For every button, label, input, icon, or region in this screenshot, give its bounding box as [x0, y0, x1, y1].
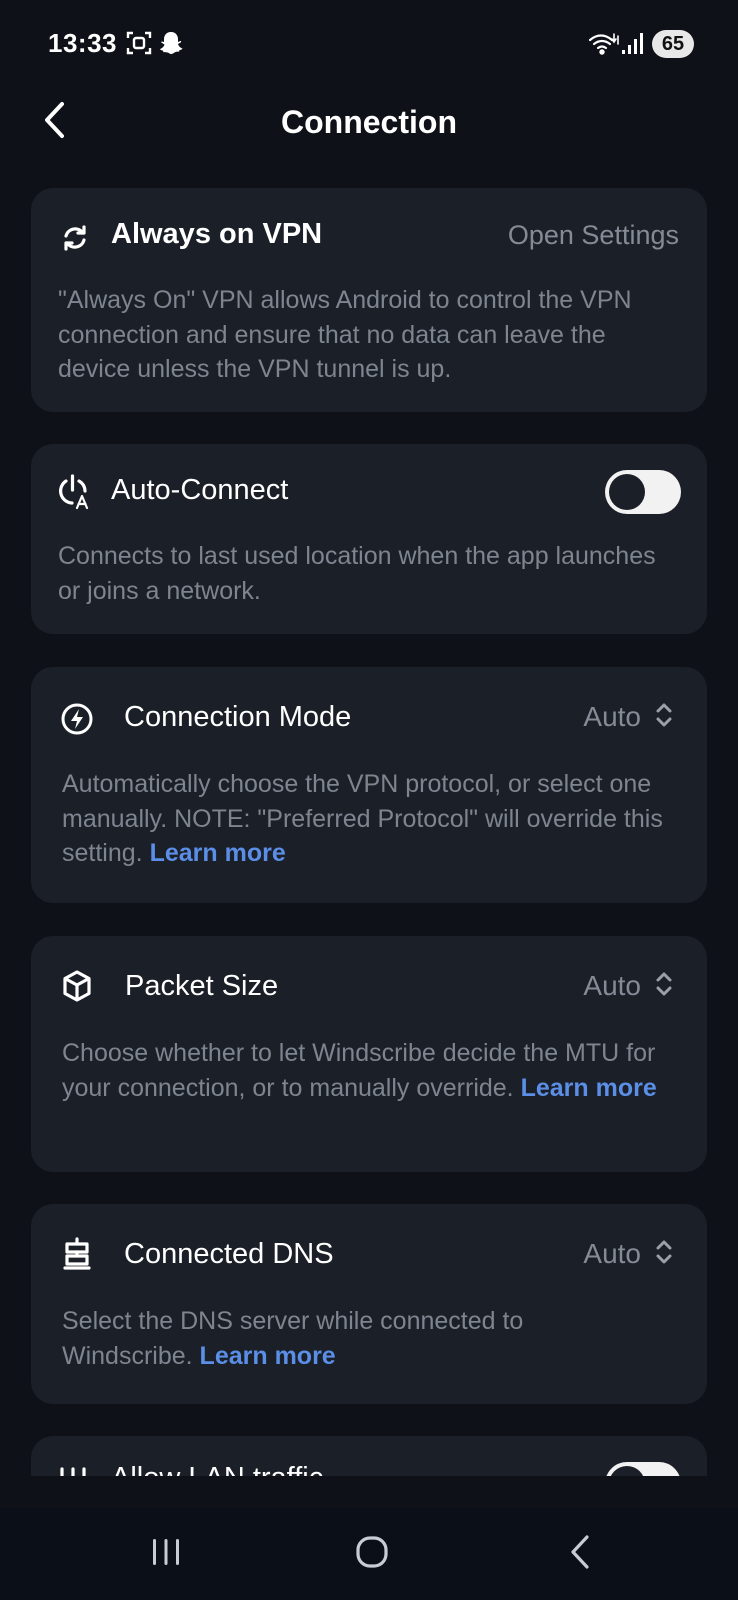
- connection-mode-description: Automatically choose the VPN protocol, o…: [62, 767, 677, 871]
- connection-mode-card[interactable]: Connection Mode Auto Automatically choos…: [31, 667, 707, 903]
- battery-indicator: 65: [652, 30, 694, 58]
- power-auto-icon: [55, 472, 95, 512]
- wifi-icon: [588, 30, 620, 61]
- sync-icon: [59, 222, 91, 254]
- always-on-vpn-title: Always on VPN: [111, 218, 323, 250]
- status-time: 13:33: [48, 28, 117, 58]
- packet-size-title: Packet Size: [125, 970, 279, 1002]
- lightning-icon: [59, 701, 95, 737]
- auto-connect-toggle[interactable]: [605, 470, 681, 514]
- learn-more-link[interactable]: Learn more: [150, 839, 286, 867]
- cube-icon: [59, 968, 95, 1004]
- open-settings-link[interactable]: Open Settings: [508, 220, 679, 251]
- always-on-vpn-card: Always on VPN Open Settings "Always On" …: [31, 188, 707, 412]
- system-nav-bar: [0, 1508, 738, 1600]
- connection-mode-title: Connection Mode: [124, 701, 352, 733]
- learn-more-link[interactable]: Learn more: [521, 1074, 657, 1102]
- connected-dns-value: Auto: [583, 1238, 641, 1269]
- status-bar: 13:33 65: [0, 0, 738, 90]
- chevron-up-down-icon: [655, 702, 673, 733]
- recents-button[interactable]: [148, 1530, 184, 1578]
- scroll-edge: [0, 1476, 738, 1508]
- home-icon: [355, 1535, 389, 1574]
- header: Connection: [0, 90, 738, 190]
- home-button[interactable]: [350, 1530, 394, 1578]
- connected-dns-select[interactable]: Auto: [583, 1238, 673, 1270]
- connected-dns-title: Connected DNS: [124, 1238, 334, 1270]
- packet-size-select[interactable]: Auto: [583, 970, 673, 1002]
- recents-icon: [150, 1537, 182, 1572]
- connection-settings-screen: 13:33 65 Connection Always on VPN Open S…: [0, 0, 738, 1600]
- connected-dns-description: Select the DNS server while connected to…: [62, 1304, 622, 1373]
- chevron-up-down-icon: [655, 1239, 673, 1270]
- connection-mode-select[interactable]: Auto: [583, 701, 673, 733]
- auto-connect-card: Auto-Connect Connects to last used locat…: [31, 444, 707, 634]
- dns-icon: [59, 1236, 95, 1272]
- back-icon: [568, 1534, 592, 1575]
- packet-size-description: Choose whether to let Windscribe decide …: [62, 1036, 677, 1105]
- snapchat-icon: [158, 30, 184, 61]
- system-back-button[interactable]: [562, 1530, 598, 1578]
- screenshot-icon: [126, 30, 152, 61]
- auto-connect-description: Connects to last used location when the …: [58, 542, 656, 605]
- packet-size-value: Auto: [583, 970, 641, 1001]
- always-on-vpn-description: "Always On" VPN allows Android to contro…: [58, 286, 632, 383]
- auto-connect-title: Auto-Connect: [111, 474, 289, 506]
- packet-size-card[interactable]: Packet Size Auto Choose whether to let W…: [31, 936, 707, 1172]
- chevron-up-down-icon: [655, 971, 673, 1002]
- page-title: Connection: [281, 104, 457, 140]
- connected-dns-card[interactable]: Connected DNS Auto Select the DNS server…: [31, 1204, 707, 1404]
- connection-mode-value: Auto: [583, 701, 641, 732]
- toggle-knob: [609, 474, 645, 510]
- signal-icon: [620, 30, 646, 61]
- learn-more-link[interactable]: Learn more: [200, 1342, 336, 1370]
